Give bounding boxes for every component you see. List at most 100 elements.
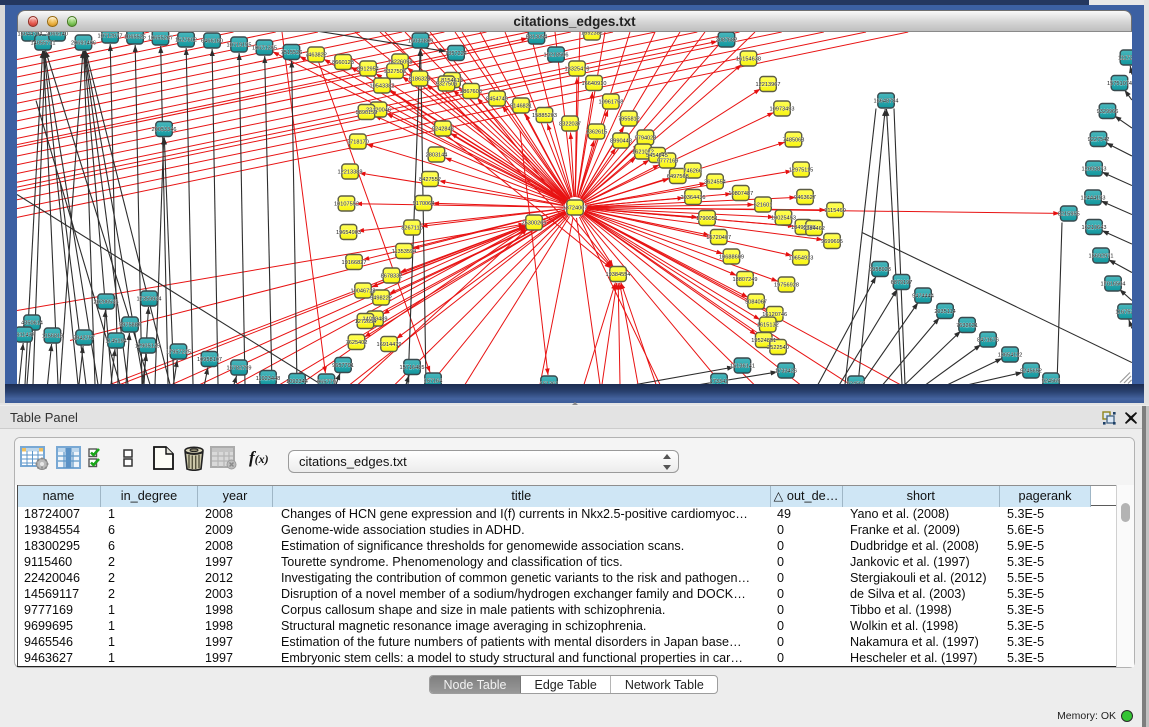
svg-text:15885203: 15885203 [532, 112, 557, 118]
svg-text:1733426: 1733426 [775, 368, 797, 374]
svg-text:16120746: 16120746 [762, 311, 787, 317]
svg-text:746266: 746266 [683, 168, 702, 174]
svg-text:15692971: 15692971 [1089, 253, 1114, 259]
svg-text:3624554: 3624554 [704, 179, 726, 185]
svg-text:17016504: 17016504 [1101, 281, 1126, 287]
svg-text:10807487: 10807487 [728, 190, 753, 196]
svg-text:1592382: 1592382 [581, 32, 603, 36]
svg-text:12444153: 12444153 [1081, 195, 1106, 201]
svg-text:19524851: 19524851 [751, 337, 776, 343]
svg-text:6958923: 6958923 [869, 266, 891, 272]
svg-text:8660123: 8660123 [332, 59, 354, 65]
svg-text:10719155: 10719155 [227, 42, 252, 48]
svg-text:17957225: 17957225 [166, 349, 191, 355]
svg-text:9329966: 9329966 [1097, 108, 1119, 114]
svg-text:17359934: 17359934 [137, 296, 162, 302]
svg-text:1167533: 1167533 [1115, 309, 1132, 315]
svg-text:2803144: 2803144 [426, 152, 448, 158]
svg-text:10961758: 10961758 [598, 99, 623, 105]
svg-text:9890159: 9890159 [356, 109, 378, 115]
svg-text:15716485: 15716485 [400, 364, 425, 370]
svg-text:6497568: 6497568 [667, 173, 689, 179]
svg-text:25300265: 25300265 [522, 220, 547, 226]
svg-text:18807249: 18807249 [733, 276, 758, 282]
svg-text:11353594: 11353594 [392, 248, 416, 254]
svg-text:1790051: 1790051 [696, 215, 718, 221]
svg-text:9777169: 9777169 [657, 158, 679, 164]
svg-text:2718170: 2718170 [347, 139, 369, 145]
svg-text:10655267: 10655267 [148, 35, 173, 41]
svg-text:16640910: 16640910 [582, 80, 607, 86]
svg-text:8427552: 8427552 [419, 176, 441, 182]
svg-text:9384462: 9384462 [803, 225, 825, 231]
svg-text:16210643: 16210643 [1082, 224, 1107, 230]
svg-text:3911437: 3911437 [17, 332, 35, 338]
svg-text:20364436: 20364436 [681, 194, 706, 200]
svg-text:2522540: 2522540 [767, 344, 789, 350]
svg-text:924565: 924565 [1042, 378, 1061, 384]
svg-text:16914479: 16914479 [377, 341, 402, 347]
svg-text:9227542: 9227542 [1088, 136, 1110, 142]
svg-text:8322037: 8322037 [559, 121, 581, 127]
svg-text:12213389: 12213389 [338, 169, 363, 175]
svg-text:19756928: 19756928 [774, 282, 799, 288]
svg-text:8215955: 8215955 [1058, 211, 1080, 217]
svg-text:16033809: 16033809 [408, 38, 433, 44]
svg-text:15720407: 15720407 [706, 234, 731, 240]
svg-text:19384554: 19384554 [606, 271, 631, 277]
svg-text:9170064: 9170064 [413, 200, 435, 206]
svg-text:7485063: 7485063 [783, 137, 805, 143]
svg-text:10688609: 10688609 [719, 254, 744, 260]
svg-text:15751074: 15751074 [1107, 80, 1132, 86]
svg-text:9657791: 9657791 [332, 362, 354, 368]
svg-text:157164: 157164 [424, 378, 443, 384]
svg-text:1117205: 1117205 [1118, 55, 1132, 61]
svg-text:19166827: 19166827 [342, 259, 367, 265]
svg-text:1156819: 1156819 [42, 333, 63, 339]
svg-text:16782759: 16782759 [227, 365, 252, 371]
svg-text:2942757: 2942757 [73, 335, 95, 341]
svg-text:7632621: 7632621 [956, 322, 978, 328]
svg-text:19218506: 19218506 [544, 52, 569, 58]
svg-text:16154638: 16154638 [736, 56, 761, 62]
svg-text:1362615: 1362615 [586, 129, 608, 135]
svg-text:11923448: 11923448 [256, 375, 280, 381]
svg-text:621601: 621601 [754, 202, 773, 208]
svg-text:7515526: 7515526 [281, 49, 303, 55]
svg-text:12905135: 12905135 [135, 343, 160, 349]
svg-text:2867608: 2867608 [460, 88, 482, 94]
svg-text:8912954: 8912954 [357, 66, 379, 72]
svg-text:13226058: 13226058 [388, 59, 413, 65]
svg-text:9242848: 9242848 [432, 126, 454, 132]
svg-text:16044704: 16044704 [18, 32, 43, 37]
svg-text:15136141: 15136141 [730, 363, 755, 369]
svg-text:20691406: 20691406 [71, 40, 96, 46]
svg-text:16648784: 16648784 [874, 98, 899, 104]
svg-text:8454749: 8454749 [486, 96, 508, 102]
svg-text:1145194: 1145194 [105, 338, 126, 344]
svg-text:9794028: 9794028 [635, 135, 657, 141]
svg-text:6879197: 6879197 [891, 279, 913, 285]
svg-text:1065525: 1065525 [124, 34, 146, 40]
svg-text:8813054: 8813054 [526, 34, 548, 40]
svg-text:2935114: 2935114 [934, 308, 955, 314]
svg-text:10973493: 10973493 [770, 106, 795, 112]
svg-text:1615132: 1615132 [757, 322, 779, 328]
svg-text:8186328: 8186328 [409, 76, 431, 82]
svg-text:19654903: 19654903 [336, 229, 361, 235]
svg-text:4350614: 4350614 [21, 320, 43, 326]
svg-text:10025453: 10025453 [771, 215, 796, 221]
svg-text:10958107: 10958107 [197, 356, 222, 362]
svg-text:9245652: 9245652 [1020, 368, 1042, 374]
svg-text:8678332: 8678332 [381, 273, 403, 279]
svg-text:13325419: 13325419 [565, 66, 590, 72]
svg-text:9699695: 9699695 [821, 238, 843, 244]
svg-text:8990448: 8990448 [610, 138, 632, 144]
svg-text:8471676: 8471676 [977, 337, 999, 343]
svg-text:20053346: 20053346 [152, 126, 177, 132]
svg-text:10107552: 10107552 [334, 201, 359, 207]
svg-text:18724007: 18724007 [563, 205, 588, 211]
svg-text:12213967: 12213967 [756, 81, 781, 87]
svg-text:7357224: 7357224 [445, 50, 467, 56]
svg-text:9146821: 9146821 [510, 103, 532, 109]
